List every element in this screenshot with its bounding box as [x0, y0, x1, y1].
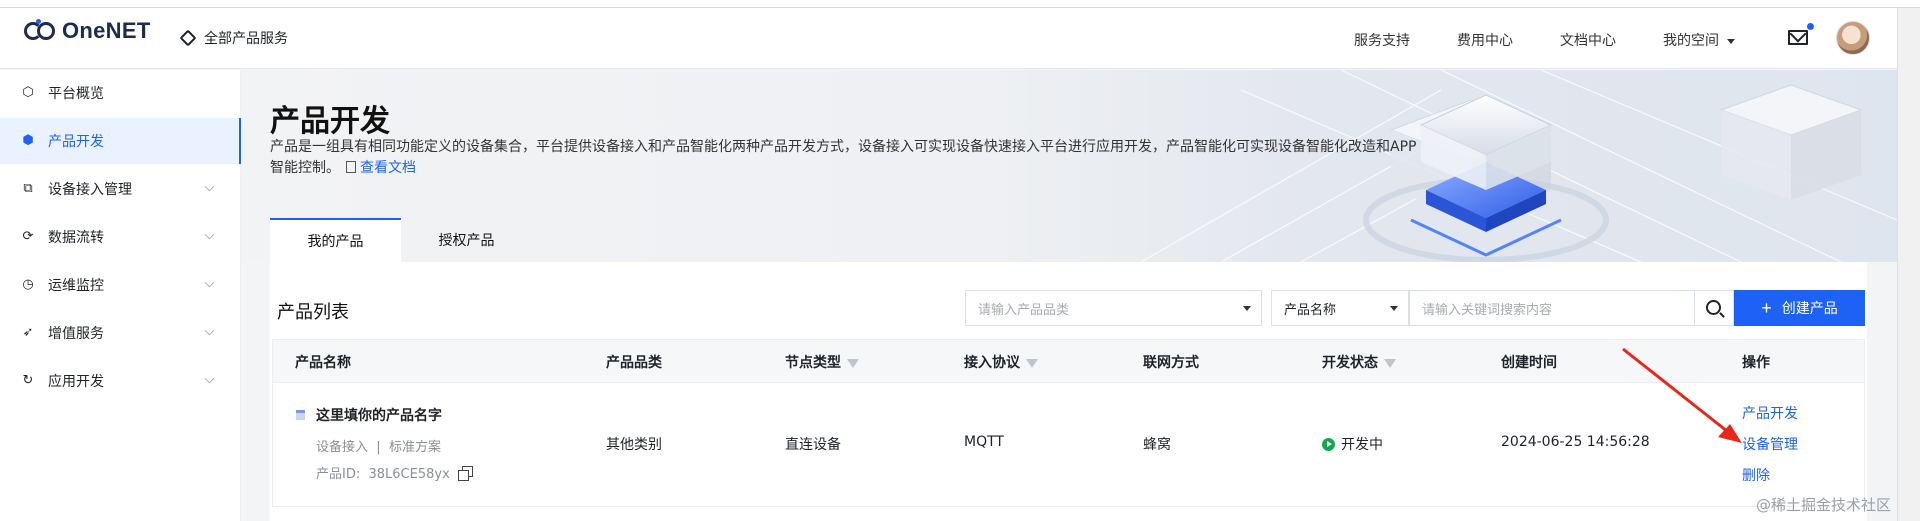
category-select[interactable]: 请输入产品品类	[965, 290, 1262, 326]
document-icon	[346, 161, 356, 173]
keyword-search-placeholder: 请输入关键词搜索内容	[1422, 302, 1553, 318]
logo-icon	[24, 19, 58, 43]
sidebar-item-ops-monitor[interactable]: ◷ 运维监控	[0, 262, 241, 308]
sidebar-item-value-added[interactable]: ➶ 增值服务	[0, 310, 241, 356]
sidebar-item-label: 应用开发	[48, 374, 104, 390]
tab-my-products[interactable]: 我的产品	[270, 218, 401, 262]
dropdown-arrow-icon	[1390, 306, 1398, 311]
device-icon: ⧉	[23, 181, 33, 196]
page-description: 产品是一组具有相同功能定义的设备集合，平台提供设备接入和产品智能化两种产品开发方…	[270, 137, 1420, 179]
nav-support[interactable]: 服务支持	[1354, 30, 1410, 50]
col-node-type-label: 节点类型	[785, 355, 841, 371]
product-protocol: MQTT	[964, 434, 1004, 450]
create-product-button[interactable]: + 创建产品	[1734, 290, 1865, 326]
avatar[interactable]	[1836, 21, 1870, 55]
sidebar-item-label: 运维监控	[48, 278, 104, 294]
onenet-logo[interactable]: OneNET	[24, 18, 151, 44]
filter-icon[interactable]	[847, 359, 859, 368]
app-icon: ↻	[22, 373, 34, 388]
chevron-down-icon	[204, 181, 215, 192]
mail-icon[interactable]	[1788, 30, 1808, 45]
product-id-label: 产品ID:	[316, 467, 361, 482]
notification-dot	[1807, 23, 1814, 30]
cube-icon: ⬢	[22, 133, 34, 148]
product-list-title: 产品列表	[277, 302, 349, 323]
diamond-icon	[179, 29, 197, 47]
product-access-info: 设备接入 | 标准方案	[316, 436, 441, 455]
product-icon	[296, 410, 305, 420]
status-badge: 开发中	[1322, 434, 1383, 454]
product-network: 蜂窝	[1143, 437, 1171, 453]
filter-icon[interactable]	[1384, 359, 1396, 368]
sidebar-item-app-dev[interactable]: ↻ 应用开发	[0, 358, 241, 404]
caret-down-icon	[1727, 38, 1735, 44]
send-icon: ➶	[22, 325, 34, 340]
chevron-down-icon	[204, 277, 215, 288]
keyword-search-input[interactable]: 请输入关键词搜索内容	[1409, 290, 1695, 326]
watermark: @稀土掘金技术社区	[1756, 496, 1892, 514]
sidebar-item-label: 产品开发	[48, 134, 104, 150]
col-category: 产品品类	[606, 355, 662, 371]
status-text: 开发中	[1341, 437, 1383, 453]
col-protocol-label: 接入协议	[964, 355, 1020, 371]
all-products-menu[interactable]: 全部产品服务	[179, 28, 288, 48]
view-docs-link[interactable]: 查看文档	[360, 160, 416, 176]
delete-link[interactable]: 删除	[1742, 465, 1770, 485]
chevron-down-icon	[204, 325, 215, 336]
plus-icon: +	[1761, 298, 1772, 318]
sidebar-item-label: 平台概览	[48, 86, 104, 102]
page-title: 产品开发	[270, 104, 390, 139]
description-text: 产品是一组具有相同功能定义的设备集合，平台提供设备接入和产品智能化两种产品开发方…	[270, 139, 1417, 176]
search-field-value: 产品名称	[1284, 302, 1337, 318]
product-id-line: 产品ID: 38L6CE58yx	[316, 463, 473, 482]
nav-billing[interactable]: 费用中心	[1457, 30, 1513, 50]
tab-authorized-products[interactable]: 授权产品	[401, 218, 532, 262]
flow-icon: ⟳	[22, 229, 34, 244]
product-id: 38L6CE58yx	[368, 467, 450, 482]
nav-my-space-label: 我的空间	[1663, 33, 1719, 49]
product-name[interactable]: 这里填你的产品名字	[316, 405, 442, 425]
sidebar-item-label: 增值服务	[48, 326, 104, 342]
filter-icon[interactable]	[1026, 359, 1038, 368]
search-icon-handle	[1719, 312, 1725, 318]
chevron-down-icon	[204, 229, 215, 240]
annotation-arrow	[1622, 347, 1742, 443]
overview-icon: ⬡	[22, 85, 34, 100]
col-network: 联网方式	[1143, 355, 1199, 371]
create-product-label: 创建产品	[1781, 300, 1838, 316]
sidebar-item-overview[interactable]: ⬡ 平台概览	[0, 70, 241, 116]
copy-icon[interactable]	[457, 466, 473, 481]
nav-docs[interactable]: 文档中心	[1560, 30, 1616, 50]
monitor-icon: ◷	[22, 277, 34, 292]
col-product-name: 产品名称	[295, 355, 351, 371]
scrollbar[interactable]	[1897, 8, 1920, 521]
nav-my-space[interactable]: 我的空间	[1663, 30, 1735, 50]
col-created: 创建时间	[1501, 355, 1557, 371]
browser-strip	[0, 0, 1920, 8]
sidebar-item-label: 设备接入管理	[48, 182, 132, 198]
category-select-placeholder: 请输入产品品类	[978, 302, 1070, 318]
sidebar-item-product-dev[interactable]: ⬢ 产品开发	[0, 118, 241, 164]
dropdown-arrow-icon	[1243, 306, 1251, 311]
search-button[interactable]	[1694, 290, 1734, 326]
product-category: 其他类别	[606, 437, 662, 453]
sidebar-item-device-access[interactable]: ⧉ 设备接入管理	[0, 166, 241, 212]
product-node-type: 直连设备	[785, 437, 841, 453]
logo-text: OneNET	[62, 18, 151, 43]
col-protocol[interactable]: 接入协议	[964, 352, 1038, 372]
separator: |	[376, 440, 381, 455]
chevron-down-icon	[204, 373, 215, 384]
search-field-select[interactable]: 产品名称	[1271, 290, 1409, 326]
col-dev-status-label: 开发状态	[1322, 355, 1378, 371]
sidebar-item-label: 数据流转	[48, 230, 104, 246]
col-dev-status[interactable]: 开发状态	[1322, 352, 1396, 372]
play-status-icon	[1322, 438, 1335, 451]
all-products-label: 全部产品服务	[204, 31, 288, 47]
col-node-type[interactable]: 节点类型	[785, 352, 859, 372]
product-access-type: 设备接入	[316, 440, 369, 455]
sidebar-item-data-flow[interactable]: ⟳ 数据流转	[0, 214, 241, 260]
product-scheme: 标准方案	[388, 440, 441, 455]
